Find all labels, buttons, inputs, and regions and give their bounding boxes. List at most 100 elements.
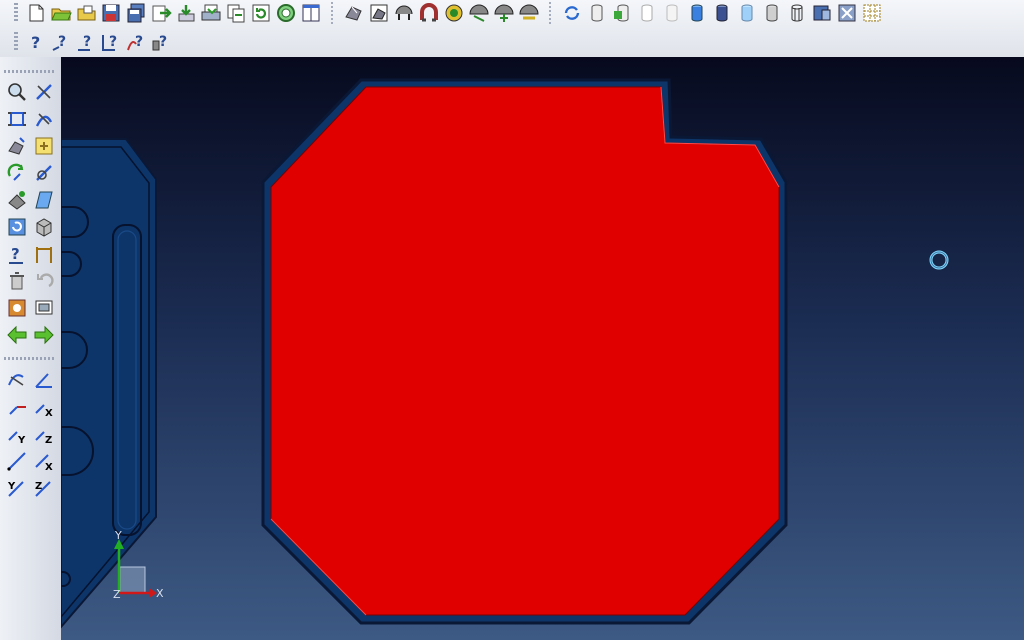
shade-icon[interactable] (343, 2, 365, 24)
left-toolbox: ? X Y Z X Y Z (0, 57, 62, 640)
slice-icon[interactable] (33, 108, 55, 130)
svg-text:Y: Y (7, 481, 16, 492)
main-part[interactable] (261, 78, 788, 625)
cylinder-icon[interactable] (586, 2, 608, 24)
toolbar-row-2: ? ? ? ? ? ? (0, 29, 173, 55)
layer-icon[interactable] (33, 135, 55, 157)
fly-icon[interactable] (518, 2, 540, 24)
open-recent-icon[interactable] (75, 2, 97, 24)
cylinder-add-icon[interactable] (611, 2, 633, 24)
svg-text:Z: Z (45, 435, 52, 445)
z-axis-label: Z (113, 588, 121, 601)
vector-y-icon[interactable]: Y (6, 477, 28, 499)
refresh-icon[interactable] (250, 2, 272, 24)
axis-xy-icon[interactable] (6, 396, 28, 418)
help-point-icon[interactable]: ? (50, 31, 72, 53)
zoom-window-icon[interactable] (6, 81, 28, 103)
hidden-line-icon[interactable] (393, 2, 415, 24)
y-axis-label: Y (114, 529, 122, 542)
svg-text:X: X (45, 408, 53, 418)
axis-y-icon[interactable]: Y (6, 423, 28, 445)
axis-x-icon[interactable]: X (33, 396, 55, 418)
toolbar-separator (331, 2, 333, 24)
import-icon[interactable] (150, 2, 172, 24)
window-icon[interactable] (300, 2, 322, 24)
grid-icon[interactable] (861, 2, 883, 24)
help-settings-icon[interactable]: ? (150, 31, 172, 53)
model-scene: Y X Z (61, 78, 949, 629)
save-icon[interactable] (100, 2, 122, 24)
toolbox-grip[interactable] (4, 357, 56, 360)
main-toolbar: ? ? ? ? ? ? (0, 0, 1024, 58)
adjacent-part[interactable] (61, 138, 157, 629)
refresh-view-icon[interactable] (6, 216, 28, 238)
svg-text:Z: Z (35, 481, 42, 492)
edit-sketch-icon[interactable] (33, 162, 55, 184)
toolbar-grip[interactable] (14, 3, 18, 23)
svg-text:?: ? (11, 245, 20, 263)
toolbar-row-1 (0, 0, 884, 26)
cylinder-dark-icon[interactable] (711, 2, 733, 24)
cylinder-faded-icon[interactable] (661, 2, 683, 24)
curve-icon[interactable] (6, 369, 28, 391)
svg-text:?: ? (135, 34, 143, 50)
cylinder-outline-icon[interactable] (636, 2, 658, 24)
vector-x-icon[interactable]: X (33, 450, 55, 472)
toolbar-grip[interactable] (14, 32, 18, 52)
print-icon[interactable] (200, 2, 222, 24)
copy-icon[interactable] (225, 2, 247, 24)
render-icon[interactable] (443, 2, 465, 24)
selected-face (270, 86, 780, 616)
back-arrow-icon[interactable] (6, 324, 28, 346)
cylinder-light-icon[interactable] (736, 2, 758, 24)
trim-icon[interactable] (33, 81, 55, 103)
axis-triad: Y X Z (113, 529, 164, 601)
cylinder-gray-icon[interactable] (761, 2, 783, 24)
cylinder-section-icon[interactable] (811, 2, 833, 24)
move-icon[interactable] (6, 135, 28, 157)
regenerate-icon[interactable] (561, 2, 583, 24)
help-angle-icon[interactable]: ? (100, 31, 122, 53)
display-icon[interactable] (33, 297, 55, 319)
cylinder-blue-icon[interactable] (686, 2, 708, 24)
vector-icon[interactable] (6, 450, 28, 472)
paint-icon[interactable] (6, 189, 28, 211)
help-curve-icon[interactable]: ? (125, 31, 147, 53)
toolbar-separator (549, 2, 551, 24)
export-icon[interactable] (175, 2, 197, 24)
shade-edges-icon[interactable] (368, 2, 390, 24)
walk-icon[interactable] (493, 2, 515, 24)
axis-z-icon[interactable]: Z (33, 423, 55, 445)
open-folder-icon[interactable] (50, 2, 72, 24)
svg-text:Y: Y (17, 435, 26, 445)
query-icon[interactable]: ? (6, 243, 28, 265)
rotation-center-icon (929, 250, 949, 270)
svg-text:?: ? (83, 34, 91, 50)
box-icon[interactable] (33, 216, 55, 238)
save-as-icon[interactable] (125, 2, 147, 24)
perspective-icon[interactable] (468, 2, 490, 24)
cylinder-wire-icon[interactable] (786, 2, 808, 24)
angle-icon[interactable] (33, 369, 55, 391)
rotate-view-icon[interactable] (6, 162, 28, 184)
new-document-icon[interactable] (25, 2, 47, 24)
settings-icon[interactable] (6, 297, 28, 319)
fit-view-icon[interactable] (6, 108, 28, 130)
svg-text:?: ? (31, 33, 40, 52)
help-icon[interactable]: ? (25, 31, 47, 53)
delete-icon[interactable] (6, 270, 28, 292)
wireframe-icon[interactable] (418, 2, 440, 24)
vector-z-icon[interactable]: Z (33, 477, 55, 499)
svg-text:?: ? (109, 34, 117, 50)
svg-text:X: X (45, 462, 53, 472)
help-line-icon[interactable]: ? (75, 31, 97, 53)
tools-icon[interactable] (836, 2, 858, 24)
zoom-magnifier-icon[interactable] (275, 2, 297, 24)
graphics-viewport[interactable]: Y X Z (61, 57, 1024, 640)
x-axis-label: X (156, 587, 164, 600)
measure-icon[interactable] (33, 243, 55, 265)
toolbox-grip[interactable] (4, 70, 56, 73)
plane-icon[interactable] (33, 189, 55, 211)
undo-icon[interactable] (33, 270, 55, 292)
forward-arrow-icon[interactable] (33, 324, 55, 346)
